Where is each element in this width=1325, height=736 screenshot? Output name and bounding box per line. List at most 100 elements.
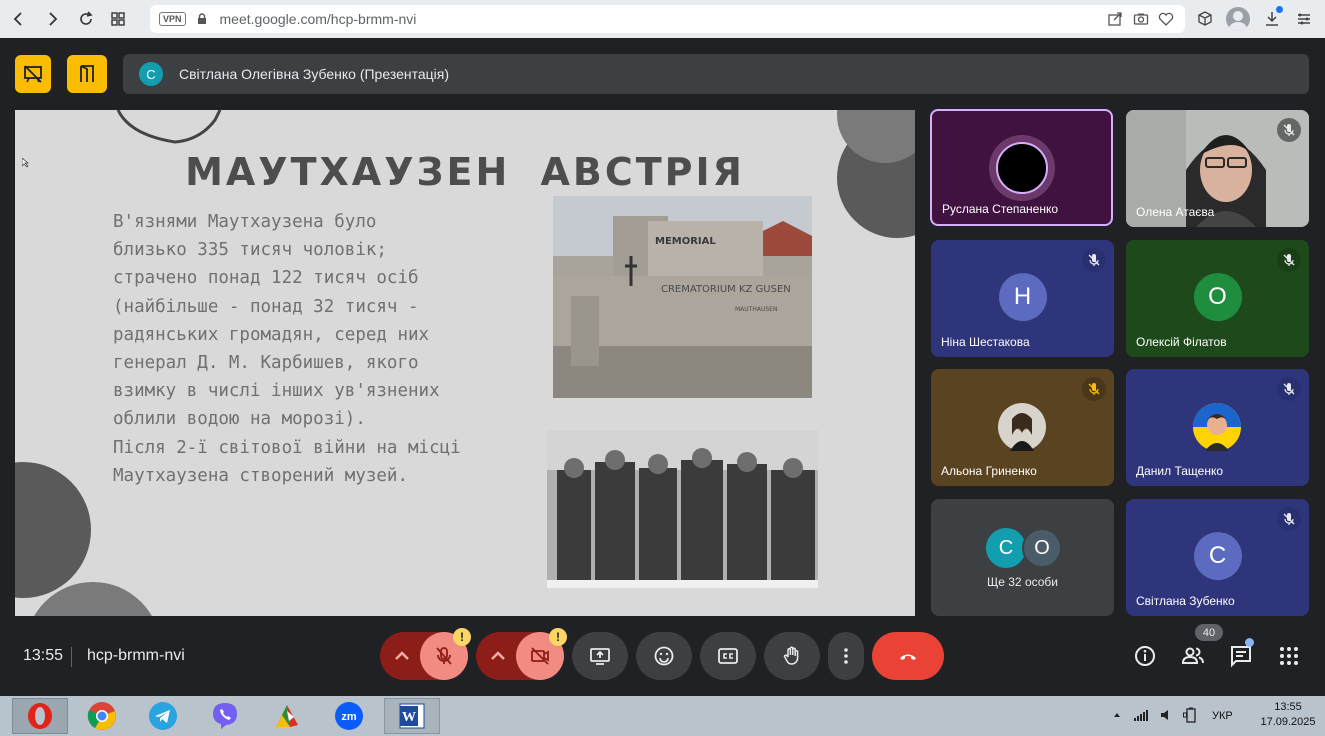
- forward-icon[interactable]: [36, 3, 68, 35]
- participant-name: Ніна Шестакова: [941, 335, 1030, 349]
- participant-tile[interactable]: О Олексій Філатов: [1126, 240, 1309, 357]
- present-screen-button[interactable]: [572, 632, 628, 680]
- presentation-toggle-button[interactable]: [15, 55, 51, 93]
- participant-avatar: С: [1193, 531, 1242, 580]
- taskbar-app-pinwheel[interactable]: [260, 698, 314, 734]
- meeting-code: hcp-brmm-nvi: [87, 647, 185, 664]
- download-notification-dot: [1276, 6, 1283, 13]
- network-signal-icon[interactable]: [1133, 708, 1149, 722]
- participant-name: Альона Гриненко: [941, 464, 1037, 478]
- camera-options-button[interactable]: [476, 632, 520, 680]
- hand-icon: [783, 646, 799, 665]
- vpn-badge[interactable]: VPN: [159, 12, 186, 26]
- participant-tile[interactable]: Данил Тащенко: [1126, 369, 1309, 486]
- participant-name: Олексій Філатов: [1136, 335, 1227, 349]
- cube-icon[interactable]: [1195, 9, 1215, 29]
- mic-off-icon: [1277, 248, 1301, 272]
- captions-button[interactable]: [700, 632, 756, 680]
- memorial-text: MEMORIAL: [655, 236, 716, 247]
- taskbar-telegram[interactable]: [136, 698, 190, 734]
- camera-icon[interactable]: [1133, 11, 1149, 27]
- emoji-icon: [654, 646, 674, 666]
- mic-off-icon: [436, 647, 452, 665]
- mic-off-icon: [1082, 248, 1106, 272]
- mic-off-icon: [1277, 507, 1301, 531]
- participant-avatar: [996, 142, 1048, 194]
- taskbar-clock[interactable]: 13:55 17.09.2025: [1260, 700, 1316, 730]
- chevron-up-icon: [395, 651, 409, 660]
- taskbar-zoom[interactable]: zm: [322, 698, 376, 734]
- meeting-info-icon[interactable]: [1133, 644, 1157, 668]
- taskbar-opera[interactable]: [12, 698, 68, 734]
- captions-icon: [718, 648, 738, 664]
- memorial-wall-text: CREMATORIUM KZ GUSEN: [661, 284, 791, 295]
- divider: [71, 647, 72, 667]
- tabs-grid-icon[interactable]: [102, 3, 134, 35]
- raise-hand-button[interactable]: [764, 632, 820, 680]
- slide-title: МАУТХАУЗЕН АВСТРІЯ: [185, 150, 745, 194]
- tray-chevron-up-icon[interactable]: [1112, 710, 1122, 720]
- participant-name: Данил Тащенко: [1136, 464, 1224, 478]
- camera-warning-badge: !: [549, 628, 567, 646]
- zoom-icon: zm: [335, 702, 363, 730]
- taskbar-word[interactable]: W: [384, 698, 440, 734]
- participant-tile[interactable]: Альона Гриненко: [931, 369, 1114, 486]
- menu-icon[interactable]: [1294, 9, 1314, 29]
- browser-toolbar: VPN meet.google.com/hcp-brmm-nvi: [0, 0, 1325, 38]
- participant-tile[interactable]: С Світлана Зубенко: [1126, 499, 1309, 616]
- mic-warning-badge: !: [453, 628, 471, 646]
- chat-icon[interactable]: [1229, 644, 1253, 668]
- slide-body-text: В'язнями Маутхаузена було близько 335 ти…: [113, 212, 461, 486]
- taskbar-time: 13:55: [1274, 701, 1302, 713]
- mouse-cursor-icon: [22, 158, 29, 168]
- layout-button[interactable]: [67, 55, 107, 93]
- taskbar-chrome[interactable]: [75, 698, 129, 734]
- meet-area: С Світлана Олегівна Зубенко (Презентація…: [0, 38, 1325, 696]
- pinwheel-icon: [276, 705, 298, 727]
- mic-off-icon: [1277, 118, 1301, 142]
- lock-icon[interactable]: [196, 13, 208, 25]
- mic-off-icon-orange: [1082, 377, 1106, 401]
- viber-icon: [213, 703, 237, 729]
- more-options-button[interactable]: [828, 632, 864, 680]
- presenter-name: Світлана Олегівна Зубенко (Презентація): [179, 66, 450, 82]
- profile-avatar-icon[interactable]: [1226, 7, 1250, 31]
- more-vert-icon: [844, 648, 848, 664]
- chat-notification-dot: [1245, 638, 1254, 647]
- mic-control-group: !: [380, 628, 471, 680]
- participant-tile-active[interactable]: Руслана Степаненко: [930, 109, 1113, 226]
- presentation-off-icon: [24, 65, 42, 83]
- url-text: meet.google.com/hcp-brmm-nvi: [219, 11, 417, 27]
- language-indicator[interactable]: УКР: [1212, 710, 1233, 722]
- heart-icon[interactable]: [1158, 11, 1174, 27]
- more-avatar: С: [986, 528, 1026, 568]
- more-participants-label: Ще 32 особи: [987, 575, 1058, 589]
- participant-name: Олена Атаєва: [1136, 205, 1215, 219]
- people-icon[interactable]: [1181, 644, 1205, 668]
- presenter-banner: С Світлана Олегівна Зубенко (Презентація…: [123, 54, 1309, 94]
- mic-options-button[interactable]: [380, 632, 424, 680]
- memorial-wall-subtext: MAUTHAUSEN: [735, 306, 777, 313]
- participant-tile[interactable]: Олена Атаєва: [1126, 110, 1309, 227]
- participant-count-badge: 40: [1195, 624, 1223, 641]
- word-icon: W: [399, 703, 425, 729]
- taskbar-viber[interactable]: [198, 698, 252, 734]
- back-icon[interactable]: [3, 3, 35, 35]
- participant-tile[interactable]: Н Ніна Шестакова: [931, 240, 1114, 357]
- address-bar[interactable]: VPN meet.google.com/hcp-brmm-nvi: [150, 5, 1185, 33]
- prisoners-photo: [547, 430, 818, 588]
- chrome-icon: [87, 702, 116, 730]
- reload-icon[interactable]: [70, 3, 102, 35]
- presenter-avatar: С: [139, 62, 163, 86]
- battery-icon[interactable]: [1183, 707, 1199, 723]
- participant-avatar: О: [1193, 272, 1242, 321]
- share-icon[interactable]: [1107, 11, 1123, 27]
- volume-icon[interactable]: [1159, 708, 1173, 722]
- leave-call-button[interactable]: [872, 632, 944, 680]
- taskbar-date: 17.09.2025: [1260, 716, 1316, 728]
- reactions-button[interactable]: [636, 632, 692, 680]
- activities-grid-icon[interactable]: [1277, 644, 1301, 668]
- more-avatar: О: [1022, 528, 1062, 568]
- more-participants-tile[interactable]: С О Ще 32 особи: [931, 499, 1114, 616]
- windows-taskbar: zm W УКР 13:55 17.09.2025: [0, 696, 1325, 736]
